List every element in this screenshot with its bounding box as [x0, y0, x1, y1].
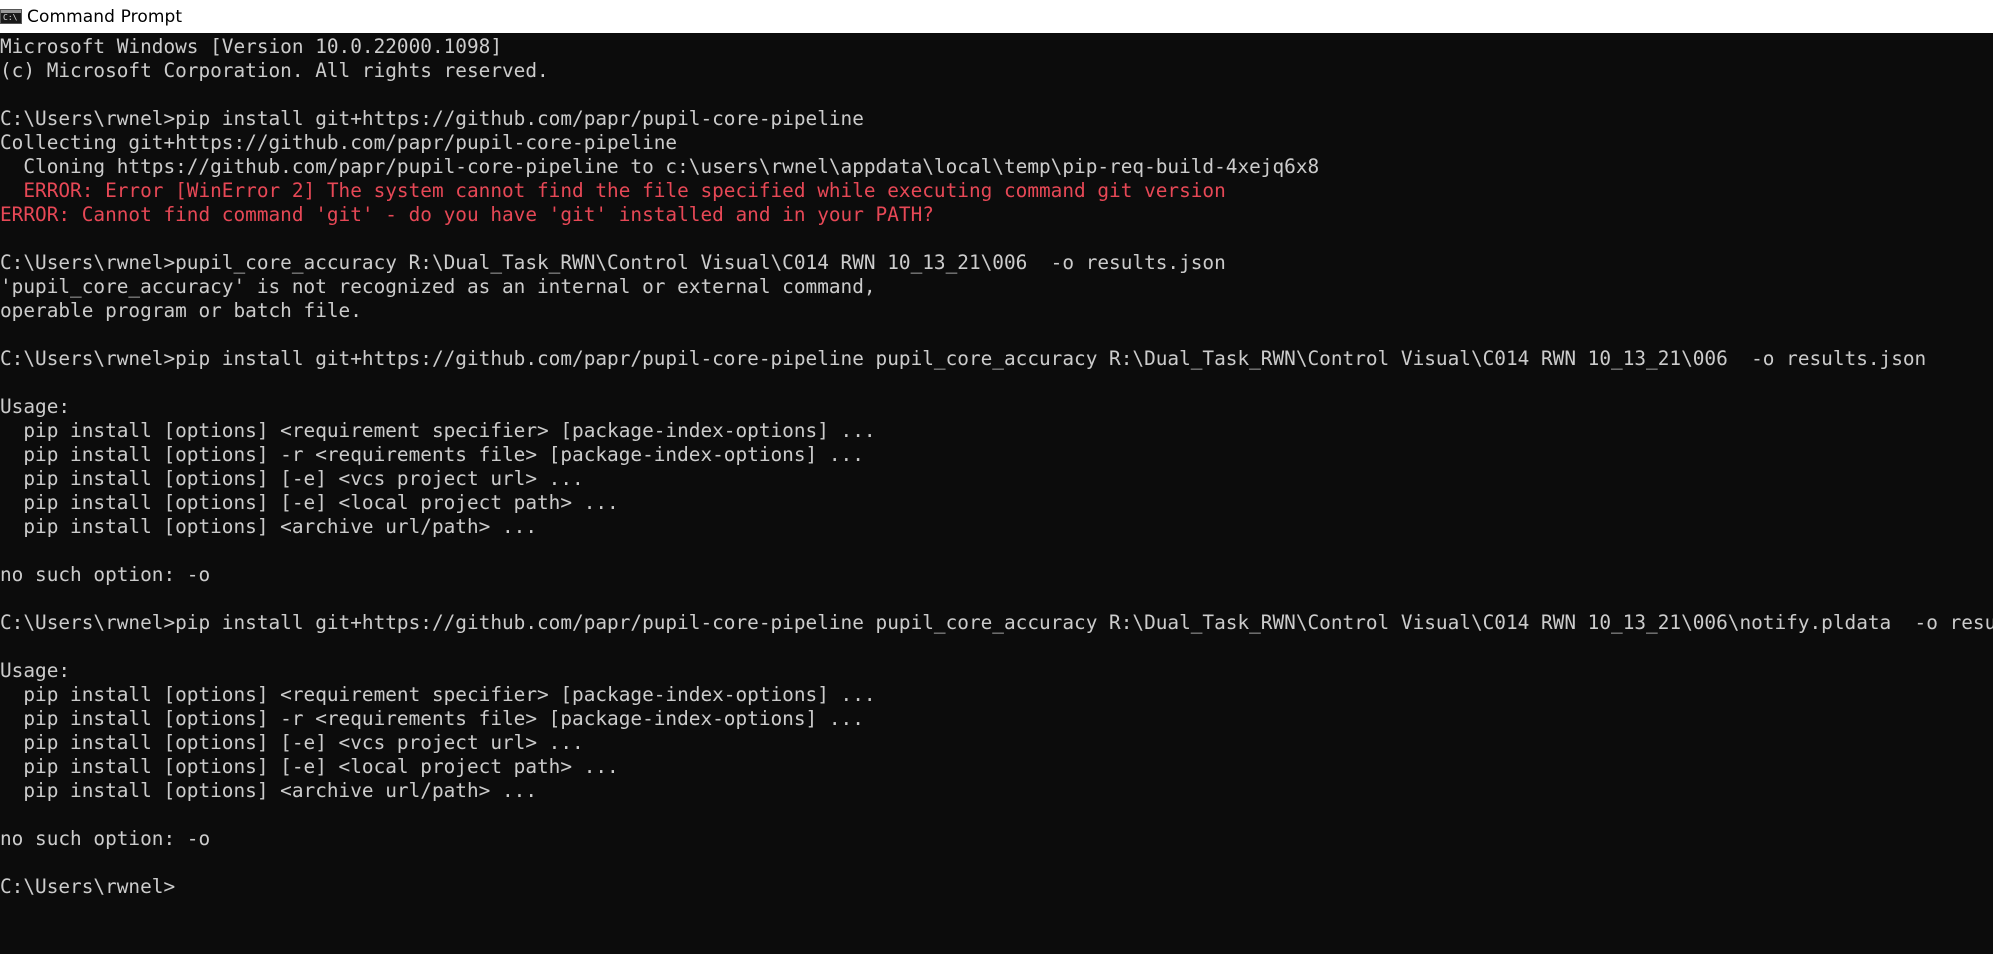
output-line: pip install [options] [-e] <local projec… — [0, 755, 619, 778]
output-line: Microsoft Windows [Version 10.0.22000.10… — [0, 35, 502, 58]
output-line: pip install [options] -r <requirements f… — [0, 707, 864, 730]
command-line: C:\Users\rwnel>pip install git+https://g… — [0, 347, 1927, 370]
title-bar[interactable]: C:\ Command Prompt — [0, 0, 1993, 33]
command-prompt-window: C:\ Command Prompt Microsoft Windows [Ve… — [0, 0, 1993, 954]
console-output[interactable]: Microsoft Windows [Version 10.0.22000.10… — [0, 35, 1993, 954]
output-line: no such option: -o — [0, 563, 211, 586]
output-line: pip install [options] -r <requirements f… — [0, 443, 864, 466]
output-line: pip install [options] [-e] <vcs project … — [0, 731, 584, 754]
command-line: C:\Users\rwnel>pupil_core_accuracy R:\Du… — [0, 251, 1226, 274]
window-title: Command Prompt — [27, 6, 183, 27]
cmd-icon-glyph: C:\ — [3, 13, 18, 22]
cmd-icon: C:\ — [0, 9, 22, 24]
output-line: pip install [options] [-e] <local projec… — [0, 491, 619, 514]
output-line: operable program or batch file. — [0, 299, 362, 322]
output-line: pip install [options] <requirement speci… — [0, 419, 876, 442]
output-line: pip install [options] [-e] <vcs project … — [0, 467, 584, 490]
command-line: C:\Users\rwnel>pip install git+https://g… — [0, 611, 1993, 634]
output-line: Collecting git+https://github.com/papr/p… — [0, 131, 678, 154]
prompt-text: C:\Users\rwnel> — [0, 875, 176, 898]
output-line: pip install [options] <archive url/path>… — [0, 515, 538, 538]
output-line: Cloning https://github.com/papr/pupil-co… — [0, 155, 1320, 178]
output-line: pip install [options] <requirement speci… — [0, 683, 876, 706]
error-line: ERROR: Cannot find command 'git' - do yo… — [0, 203, 934, 226]
output-line: 'pupil_core_accuracy' is not recognized … — [0, 275, 876, 298]
command-line: C:\Users\rwnel>pip install git+https://g… — [0, 107, 864, 130]
output-line: no such option: -o — [0, 827, 211, 850]
error-line: ERROR: Error [WinError 2] The system can… — [0, 179, 1226, 202]
output-line: pip install [options] <archive url/path>… — [0, 779, 538, 802]
output-line: Usage: — [0, 659, 71, 682]
prompt-line[interactable]: C:\Users\rwnel> — [0, 875, 1993, 899]
output-line: (c) Microsoft Corporation. All rights re… — [0, 59, 549, 82]
output-line: Usage: — [0, 395, 71, 418]
